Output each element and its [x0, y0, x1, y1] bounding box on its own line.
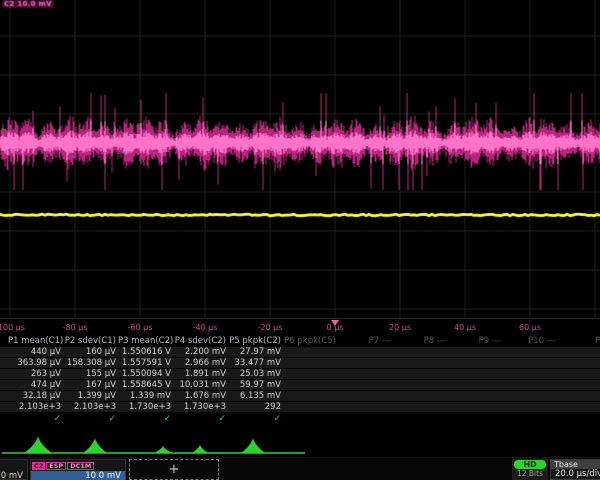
meas-value: 1.676 mV — [173, 391, 228, 401]
meas-value-row: 363.98 µV158.308 µV1.557591 V2.966 mV33.… — [0, 358, 600, 369]
c2-vertical-scale: 10.0 mV — [31, 471, 125, 480]
timebase-title: Tbase — [551, 460, 600, 469]
c2-channel-badge: C2 — [32, 462, 45, 470]
measurement-histicons — [0, 425, 600, 457]
meas-value-row: 474 µV167 µV1.558645 V10.031 mV59.97 mV — [0, 380, 600, 391]
time-tick-label: -20 µs — [258, 323, 283, 332]
meas-value-row: 440 µV160 µV1.550616 V2.200 mV27.97 mV — [0, 347, 600, 358]
channel-descriptor-c1[interactable]: C1 DC1M 10.0 mV — [0, 459, 28, 480]
meas-value: 2.103e+3 — [8, 402, 63, 412]
meas-value: 155 µV — [63, 369, 118, 379]
time-tick-label: -40 µs — [193, 323, 218, 332]
meas-value: 1.550094 V — [118, 369, 173, 379]
c2-coupling-badge: DC1M — [67, 462, 94, 470]
meas-header[interactable]: P2 sdev(C1) — [63, 336, 118, 347]
meas-value: 1.558645 V — [118, 380, 173, 390]
meas-value: 10.031 mV — [173, 380, 228, 390]
meas-value: 32.18 µV — [8, 391, 63, 401]
add-trace-button[interactable]: + — [129, 459, 219, 480]
meas-header[interactable]: P9 --- — [448, 336, 503, 347]
top-left-trace-label: C2 10.0 mV — [2, 0, 54, 8]
time-tick-label: -60 µs — [128, 323, 153, 332]
meas-value: 2.103e+3 — [63, 402, 118, 412]
waveform-display[interactable] — [0, 0, 600, 318]
meas-value: 1.730e+3 — [173, 402, 228, 412]
meas-value: 1.730e+3 — [118, 402, 173, 412]
meas-header[interactable]: P10 --- — [503, 336, 558, 347]
c1-vertical-scale: 10.0 mV — [0, 471, 27, 480]
hd-mode-indicator[interactable]: HD 12 Bits — [512, 459, 548, 480]
meas-value: 59.97 mV — [228, 380, 283, 390]
meas-value: 25.03 mV — [228, 369, 283, 379]
meas-header[interactable]: P7 --- — [338, 336, 393, 347]
bottom-bar: C1 DC1M 10.0 mV C2 ESP DC1M 10.0 mV + HD… — [0, 457, 600, 480]
meas-value: 167 µV — [63, 380, 118, 390]
time-tick-label: -100 µs — [0, 323, 25, 332]
meas-value: 1.550616 V — [118, 347, 173, 357]
meas-value: 33.477 mV — [228, 358, 283, 368]
measurement-table: P1 mean(C1)P2 sdev(C1)P3 mean(C2)P4 sdev… — [0, 336, 600, 426]
meas-value: 440 µV — [8, 347, 63, 357]
meas-value: 1.891 mV — [173, 369, 228, 379]
time-axis: -100 µs-80 µs-60 µs-40 µs-20 µs0 µs20 µs… — [0, 318, 600, 337]
hd-bits-label: 12 Bits — [512, 469, 548, 479]
timebase-descriptor[interactable]: Tbase 20.0 µs/div — [550, 459, 600, 480]
meas-value: 263 µV — [8, 369, 63, 379]
meas-value: 158.308 µV — [63, 358, 118, 368]
meas-header[interactable]: P1 mean(C1) — [8, 336, 63, 347]
time-tick-label: 20 µs — [389, 323, 411, 332]
time-tick-label: 40 µs — [454, 323, 476, 332]
oscilloscope-screen: C2 10.0 mV -100 µs -80 µs -60 µs -40 µs -20 … — [0, 0, 600, 480]
channel-descriptor-c2[interactable]: C2 ESP DC1M 10.0 mV — [30, 459, 126, 480]
meas-header[interactable]: P5 pkpk(C2) — [228, 336, 283, 347]
meas-value: 292 — [228, 402, 283, 412]
meas-value: 2.200 mV — [173, 347, 228, 357]
timebase-scale: 20.0 µs/div — [551, 469, 600, 480]
time-tick-label: -80 µs — [63, 323, 88, 332]
meas-header-row: P1 mean(C1)P2 sdev(C1)P3 mean(C2)P4 sdev… — [0, 336, 600, 347]
meas-header[interactable]: P6 pkpk(C5) — [283, 336, 338, 347]
meas-value: 1.339 mV — [118, 391, 173, 401]
meas-value: 2.966 mV — [173, 358, 228, 368]
meas-value-row: 263 µV155 µV1.550094 V1.891 mV25.03 mV — [0, 369, 600, 380]
meas-value-row: 32.18 µV1.399 µV1.339 mV1.676 mV6.135 mV — [0, 391, 600, 402]
meas-header[interactable]: P8 --- — [393, 336, 448, 347]
meas-value: 474 µV — [8, 380, 63, 390]
trigger-position-marker[interactable] — [331, 320, 339, 326]
meas-value-row: 2.103e+32.103e+31.730e+31.730e+3292 — [0, 402, 600, 413]
meas-value: 27.97 mV — [228, 347, 283, 357]
meas-header[interactable]: P11 — [558, 336, 600, 347]
meas-header[interactable]: P4 sdev(C2) — [173, 336, 228, 347]
meas-value: 1.557591 V — [118, 358, 173, 368]
c2-esp-badge: ESP — [46, 462, 66, 470]
time-tick-label: 60 µs — [519, 323, 541, 332]
meas-value: 363.98 µV — [8, 358, 63, 368]
meas-value: 6.135 mV — [228, 391, 283, 401]
meas-header[interactable]: P3 mean(C2) — [118, 336, 173, 347]
meas-value: 160 µV — [63, 347, 118, 357]
meas-value: 1.399 µV — [63, 391, 118, 401]
hd-badge: HD — [514, 460, 546, 469]
